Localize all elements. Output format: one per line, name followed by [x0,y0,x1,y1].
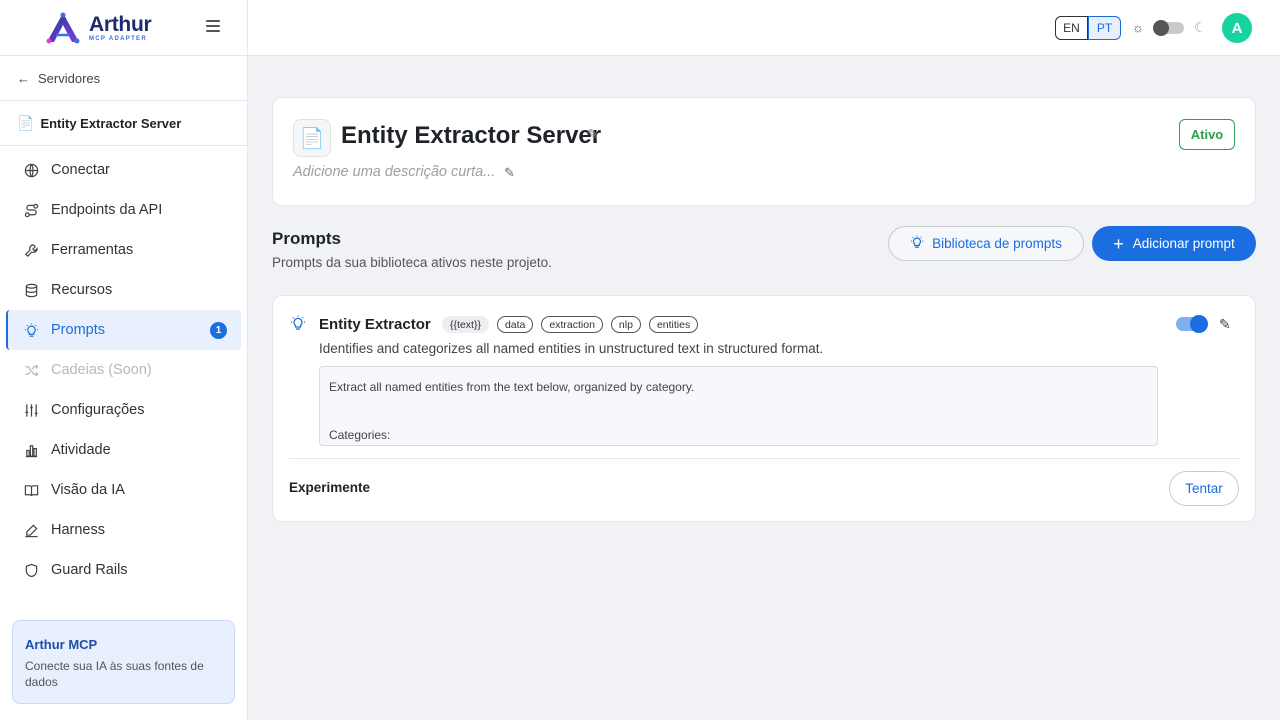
database-icon [22,281,40,299]
variable-tag: {{text}} [442,316,489,333]
prompt-body-line: Categories: [329,428,391,442]
sidebar-nav: Conectar Endpoints da API Ferramentas Re… [0,146,247,590]
tag: extraction [541,316,603,333]
lang-en-button[interactable]: EN [1055,16,1088,40]
sidebar-item-label: Recursos [51,282,113,298]
tag: entities [648,316,699,333]
try-button[interactable]: Tentar [1169,471,1239,506]
menu-toggle-icon[interactable] [206,20,220,34]
globe-icon [22,161,40,179]
prompt-library-label: Biblioteca de prompts [932,236,1062,251]
prompt-tags: {{text}} data extraction nlp entities [442,316,706,333]
sidebar-item-guard-rails[interactable]: Guard Rails [6,550,241,590]
theme-toggle[interactable] [1153,20,1184,36]
prompt-library-button[interactable]: Biblioteca de prompts [888,226,1084,261]
lightbulb-icon [910,235,924,252]
current-server: 📄 Entity Extractor Server [0,101,247,146]
sidebar-item-label: Prompts [51,322,105,338]
tag: data [496,316,534,333]
current-server-name: Entity Extractor Server [40,115,182,131]
sliders-icon [22,401,40,419]
sidebar-item-label: Configurações [51,402,145,418]
moon-icon: ☾ [1194,19,1207,35]
divider [289,458,1240,459]
edit-prompt-icon[interactable]: ✎ [1219,316,1231,333]
sidebar-item-configuracoes[interactable]: Configurações [6,390,241,430]
sun-icon: ☼ [1132,20,1144,35]
lightbulb-icon [22,321,40,339]
section-title: Prompts [272,229,341,248]
prompt-enabled-toggle[interactable] [1176,315,1208,333]
logo-row: Arthur MCP ADAPTER [0,0,247,56]
edit-description-icon[interactable]: ✎ [504,165,515,181]
sidebar-item-conectar[interactable]: Conectar [6,150,241,190]
page-title: Entity Extractor Server [341,122,602,149]
back-label: Servidores [38,70,101,86]
avatar[interactable]: A [1222,13,1252,43]
edit-title-icon[interactable]: ✎ [587,126,599,143]
sidebar-item-recursos[interactable]: Recursos [6,270,241,310]
back-to-servers-link[interactable]: ← Servidores [0,56,247,101]
arrow-left-icon: ← [17,70,30,86]
sidebar-item-prompts[interactable]: Prompts 1 [6,310,241,350]
sidebar-item-label: Harness [51,522,105,538]
brand-title: Arthur [89,12,152,36]
lightbulb-icon [290,315,306,336]
sidebar-item-label: Cadeias (Soon) [51,362,152,378]
sidebar-item-endpoints[interactable]: Endpoints da API [6,190,241,230]
try-label: Experimente [289,480,371,495]
section-subtitle: Prompts da sua biblioteca ativos neste p… [272,255,552,270]
sidebar-item-label: Atividade [51,442,111,458]
top-bar: EN PT ☼ ☾ A [248,0,1280,56]
document-icon: 📄 [17,114,35,131]
bar-chart-icon [22,441,40,459]
description-placeholder[interactable]: Adicione uma descrição curta... [293,164,495,180]
plus-icon: + [1113,233,1124,254]
status-badge: Ativo [1179,119,1235,150]
prompt-card: Entity Extractor {{text}} data extractio… [272,295,1256,522]
sidebar-item-atividade[interactable]: Atividade [6,430,241,470]
sidebar: Arthur MCP ADAPTER ← Servidores 📄 Entity… [0,0,248,720]
book-icon [22,481,40,499]
pen-tool-icon [22,521,40,539]
prompt-name: Entity Extractor [319,316,431,333]
lang-pt-button[interactable]: PT [1088,16,1121,40]
prompt-body-preview: Extract all named entities from the text… [319,366,1158,446]
sidebar-item-cadeias: Cadeias (Soon) [6,350,241,390]
server-header-card: 📄 Entity Extractor Server ✎ Adicione uma… [272,97,1256,206]
shuffle-icon [22,361,40,379]
sidebar-item-label: Ferramentas [51,242,134,258]
language-switcher: EN PT [1055,16,1121,40]
route-icon [22,201,40,219]
add-prompt-label: Adicionar prompt [1132,236,1235,251]
sidebar-item-harness[interactable]: Harness [6,510,241,550]
brand-subtitle: MCP ADAPTER [89,35,147,42]
sidebar-item-label: Conectar [51,162,110,178]
document-icon: 📄 [293,119,331,157]
promo-text: Conecte sua IA às suas fontes de dados [25,659,204,689]
sidebar-item-label: Guard Rails [51,562,128,578]
tag: nlp [610,316,641,333]
arthur-logo-icon [46,12,80,43]
sidebar-item-ferramentas[interactable]: Ferramentas [6,230,241,270]
sidebar-item-visao-ia[interactable]: Visão da IA [6,470,241,510]
prompt-body-line: Extract all named entities from the text… [329,380,695,394]
sidebar-item-label: Visão da IA [51,482,125,498]
prompts-count-badge: 1 [210,322,227,339]
wrench-icon [22,241,40,259]
shield-icon [22,561,40,579]
promo-title: Arthur MCP [25,637,98,652]
sidebar-item-label: Endpoints da API [51,202,163,218]
add-prompt-button[interactable]: + Adicionar prompt [1092,226,1256,261]
prompt-description: Identifies and categorizes all named ent… [319,341,824,356]
promo-card: Arthur MCP Conecte sua IA às suas fontes… [12,620,235,704]
